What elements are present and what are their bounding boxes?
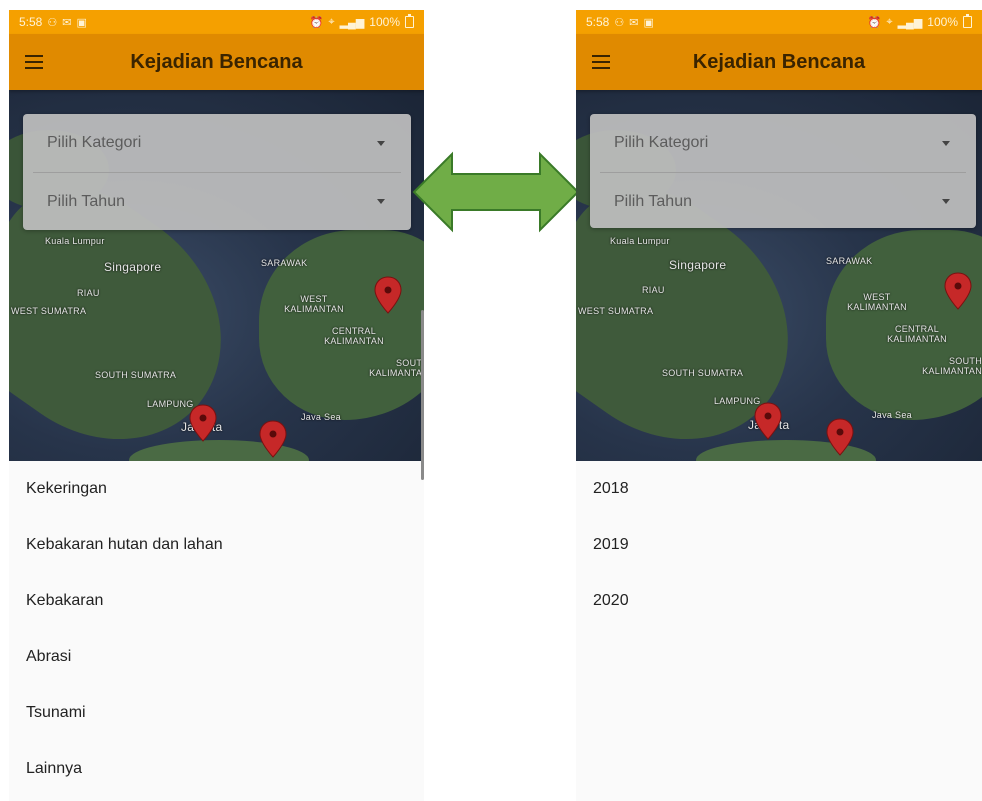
map-label-singapore: Singapore — [669, 258, 727, 272]
map-label-riau: RIAU — [77, 288, 100, 298]
caret-down-icon — [942, 199, 950, 204]
caret-down-icon — [377, 140, 385, 146]
map-label-central-kalimantan: CENTRAL KALIMANTAN — [887, 324, 947, 344]
phone-screen-year: 5:58 ⚇ ✉ ▣ ⏰ ⌖ ▂▄▆ 100% Kejadian Bencana… — [576, 10, 982, 801]
map-label-sarawak: SARAWAK — [826, 256, 873, 266]
map-marker-icon[interactable] — [944, 272, 972, 310]
image-icon: ▣ — [643, 16, 654, 29]
signal-icon: ▂▄▆ — [897, 16, 923, 29]
map-label-south-sumatra: SOUTH SUMATRA — [95, 370, 177, 380]
map-label-java-sea: Java Sea — [872, 410, 912, 420]
map-marker-icon[interactable] — [754, 402, 782, 440]
map-marker-icon[interactable] — [189, 404, 217, 442]
category-option[interactable]: Kekeringan — [9, 461, 424, 517]
map-label-sarawak: SARAWAK — [261, 258, 308, 268]
year-option-list: 2018 2019 2020 — [576, 461, 982, 801]
mail-icon: ✉ — [629, 16, 639, 29]
map-label-west-kalimantan: WEST KALIMANTAN — [847, 292, 907, 312]
category-option[interactable]: Lainnya — [9, 741, 424, 797]
app-title: Kejadian Bencana — [130, 50, 303, 73]
map-label-central-kalimantan: CENTRAL KALIMANTAN — [324, 326, 384, 346]
map-marker-icon[interactable] — [374, 276, 402, 314]
category-option[interactable]: Abrasi — [9, 629, 424, 685]
year-option[interactable]: 2018 — [576, 461, 982, 517]
battery-percent: 100% — [927, 15, 958, 29]
app-bar: Kejadian Bencana — [9, 34, 424, 90]
battery-icon — [405, 14, 414, 28]
mail-icon: ✉ — [62, 16, 72, 29]
category-dropdown[interactable]: Pilih Kategori — [600, 114, 966, 172]
category-option[interactable]: Tsunami — [9, 685, 424, 741]
map-label-west-sumatra: WEST SUMATRA — [11, 306, 87, 316]
battery-icon — [963, 14, 972, 28]
signal-icon: ▂▄▆ — [339, 16, 365, 29]
year-option[interactable]: 2020 — [576, 573, 982, 629]
status-bar: 5:58 ⚇ ✉ ▣ ⏰ ⌖ ▂▄▆ 100% — [9, 10, 424, 34]
category-dropdown[interactable]: Pilih Kategori — [33, 114, 401, 172]
alarm-icon: ⏰ — [867, 16, 882, 29]
map-label-west-sumatra: WEST SUMATRA — [578, 306, 654, 316]
app-title: Kejadian Bencana — [692, 50, 866, 73]
year-dropdown[interactable]: Pilih Tahun — [33, 172, 401, 230]
map-label-south-sumatra: SOUTH SUMATRA — [662, 368, 744, 378]
map-label-west-kalimantan: WEST KALIMANTAN — [284, 294, 344, 314]
filter-card: Pilih Kategori Pilih Tahun — [590, 114, 976, 228]
year-dropdown-label: Pilih Tahun — [47, 192, 125, 210]
year-option[interactable]: 2019 — [576, 517, 982, 573]
map-label-singapore: Singapore — [104, 260, 162, 274]
hamburger-menu-icon[interactable] — [25, 55, 45, 69]
map-marker-icon[interactable] — [259, 420, 287, 458]
category-dropdown-label: Pilih Kategori — [614, 134, 709, 151]
alarm-icon: ⏰ — [309, 16, 324, 29]
map-label-lampung: LAMPUNG — [147, 399, 194, 409]
filter-card: Pilih Kategori Pilih Tahun — [23, 114, 411, 230]
status-bar: 5:58 ⚇ ✉ ▣ ⏰ ⌖ ▂▄▆ 100% — [576, 10, 982, 34]
phone-screen-category: 5:58 ⚇ ✉ ▣ ⏰ ⌖ ▂▄▆ 100% Kejadian Bencana… — [9, 10, 424, 801]
notification-icon: ⚇ — [614, 16, 625, 29]
map-label-south-kalimantan: SOUTH KALIMANTAN — [369, 358, 424, 378]
map-label-java-sea: Java Sea — [301, 412, 341, 422]
status-time: 5:58 — [586, 15, 610, 29]
category-option-list: Kekeringan Kebakaran hutan dan lahan Keb… — [9, 461, 424, 801]
map-label-kuala-lumpur: Kuala Lumpur — [45, 236, 105, 246]
category-option[interactable]: Kebakaran — [9, 573, 424, 629]
map-label-kuala-lumpur: Kuala Lumpur — [610, 236, 670, 246]
image-icon: ▣ — [76, 16, 87, 29]
caret-down-icon — [377, 199, 385, 204]
year-dropdown[interactable]: Pilih Tahun — [600, 172, 966, 230]
app-bar: Kejadian Bencana — [576, 34, 982, 90]
hamburger-menu-icon[interactable] — [592, 55, 612, 69]
map-label-south-kalimantan: SOUTH KALIMANTAN — [922, 356, 982, 376]
category-dropdown-label: Pilih Kategori — [47, 134, 142, 151]
scrollbar[interactable] — [421, 310, 424, 480]
map-label-riau: RIAU — [642, 285, 665, 295]
notification-icon: ⚇ — [47, 16, 58, 29]
caret-down-icon — [942, 140, 950, 146]
status-time: 5:58 — [19, 15, 43, 29]
year-dropdown-label: Pilih Tahun — [614, 192, 692, 210]
location-icon: ⌖ — [886, 15, 893, 28]
map-marker-icon[interactable] — [826, 418, 854, 456]
battery-percent: 100% — [369, 15, 400, 29]
double-headed-arrow-icon — [412, 151, 580, 233]
location-icon: ⌖ — [328, 15, 335, 28]
category-option[interactable]: Kebakaran hutan dan lahan — [9, 517, 424, 573]
